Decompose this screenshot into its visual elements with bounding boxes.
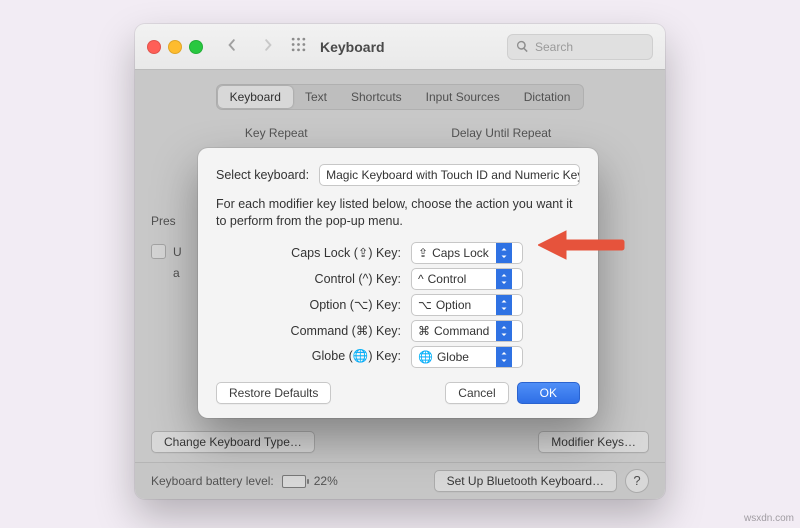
value-option: Option bbox=[436, 298, 471, 312]
label-option: Option (⌥) Key: bbox=[216, 297, 411, 312]
glyph-caps-lock-icon: ⇪ bbox=[418, 246, 428, 260]
ok-button[interactable]: OK bbox=[517, 382, 580, 404]
chevron-updown-icon bbox=[496, 243, 512, 263]
glyph-option-icon: ⌥ bbox=[418, 298, 432, 312]
value-globe: Globe bbox=[437, 350, 469, 364]
row-caps-lock: Caps Lock (⇪) Key: ⇪ Caps Lock bbox=[216, 242, 580, 264]
label-globe: Globe (🌐) Key: bbox=[216, 349, 411, 364]
label-caps-lock: Caps Lock (⇪) Key: bbox=[216, 245, 411, 260]
sheet-description: For each modifier key listed below, choo… bbox=[216, 196, 580, 230]
back-button[interactable] bbox=[219, 36, 245, 58]
chevron-updown-icon bbox=[496, 321, 512, 341]
popup-control[interactable]: ^ Control bbox=[411, 268, 523, 290]
close-window-button[interactable] bbox=[147, 40, 161, 54]
value-caps-lock: Caps Lock bbox=[432, 246, 489, 260]
traffic-lights bbox=[147, 40, 203, 54]
search-input[interactable]: Search bbox=[507, 34, 653, 60]
window-title: Keyboard bbox=[320, 39, 385, 55]
restore-defaults-button[interactable]: Restore Defaults bbox=[216, 382, 331, 404]
row-globe: Globe (🌐) Key: 🌐 Globe bbox=[216, 346, 580, 368]
glyph-command-icon: ⌘ bbox=[418, 324, 430, 338]
forward-button[interactable] bbox=[255, 36, 281, 58]
watermark: wsxdn.com bbox=[744, 513, 794, 524]
modifier-keys-sheet: Select keyboard: Magic Keyboard with Tou… bbox=[198, 148, 598, 418]
row-control: Control (^) Key: ^ Control bbox=[216, 268, 580, 290]
row-option: Option (⌥) Key: ⌥ Option bbox=[216, 294, 580, 316]
search-icon bbox=[516, 40, 529, 53]
label-command: Command (⌘) Key: bbox=[216, 323, 411, 338]
search-placeholder: Search bbox=[535, 40, 573, 54]
value-control: Control bbox=[428, 272, 467, 286]
chevron-updown-icon bbox=[496, 295, 512, 315]
titlebar: Keyboard Search bbox=[135, 24, 665, 70]
select-keyboard-label: Select keyboard: bbox=[216, 168, 309, 182]
chevron-updown-icon bbox=[496, 269, 512, 289]
popup-command[interactable]: ⌘ Command bbox=[411, 320, 523, 342]
show-all-icon[interactable] bbox=[291, 37, 306, 56]
cancel-button[interactable]: Cancel bbox=[445, 382, 508, 404]
glyph-control-icon: ^ bbox=[418, 272, 424, 286]
label-control: Control (^) Key: bbox=[216, 272, 411, 286]
popup-caps-lock[interactable]: ⇪ Caps Lock bbox=[411, 242, 523, 264]
minimize-window-button[interactable] bbox=[168, 40, 182, 54]
popup-option[interactable]: ⌥ Option bbox=[411, 294, 523, 316]
select-keyboard-value: Magic Keyboard with Touch ID and Numeric… bbox=[320, 168, 580, 182]
popup-globe[interactable]: 🌐 Globe bbox=[411, 346, 523, 368]
zoom-window-button[interactable] bbox=[189, 40, 203, 54]
row-command: Command (⌘) Key: ⌘ Command bbox=[216, 320, 580, 342]
glyph-globe-icon: 🌐 bbox=[418, 350, 433, 364]
chevron-updown-icon bbox=[496, 347, 512, 367]
value-command: Command bbox=[434, 324, 489, 338]
select-keyboard-popup[interactable]: Magic Keyboard with Touch ID and Numeric… bbox=[319, 164, 580, 186]
